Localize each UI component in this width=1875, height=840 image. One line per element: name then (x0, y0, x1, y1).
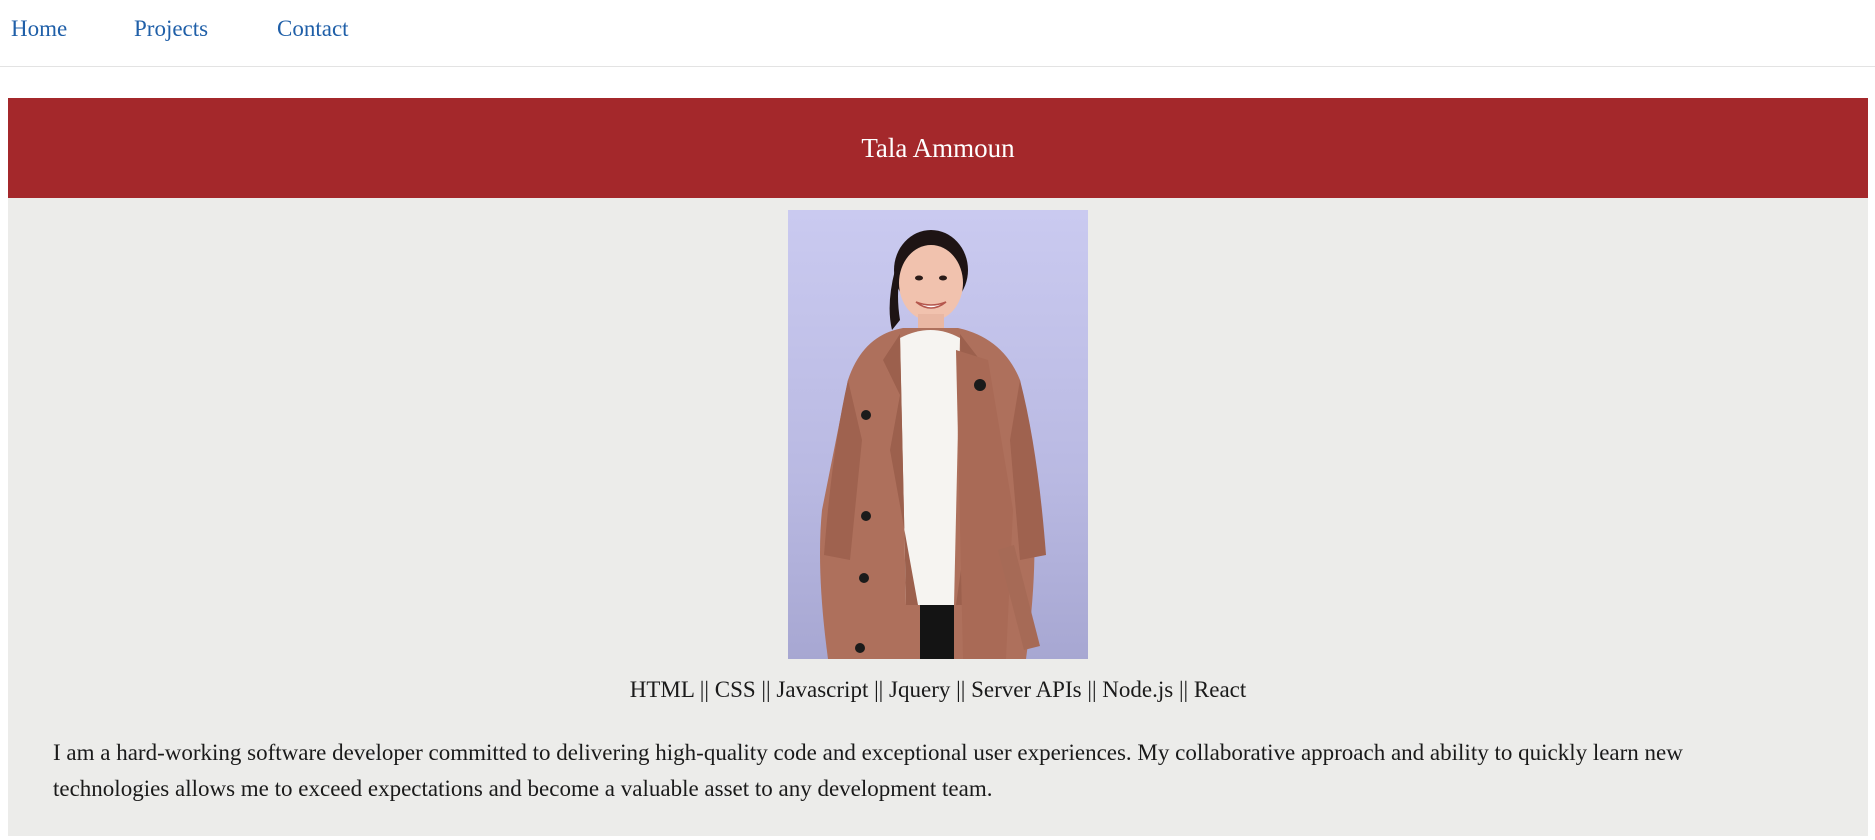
nav-link-projects[interactable]: Projects (134, 14, 208, 44)
top-navigation: Home Projects Contact (0, 0, 1875, 67)
profile-photo (788, 210, 1088, 659)
profile-name: Tala Ammoun (861, 133, 1015, 163)
name-banner: Tala Ammoun (8, 98, 1868, 198)
nav-link-home[interactable]: Home (11, 14, 67, 44)
profile-card: Tala Ammoun HTML || CSS || Javascript ||… (8, 98, 1868, 836)
portrait-illustration (788, 210, 1088, 659)
nav-link-contact[interactable]: Contact (277, 14, 349, 44)
skills-list: HTML || CSS || Javascript || Jquery || S… (629, 677, 1247, 702)
bio-paragraph: I am a hard-working software developer c… (53, 740, 1683, 801)
